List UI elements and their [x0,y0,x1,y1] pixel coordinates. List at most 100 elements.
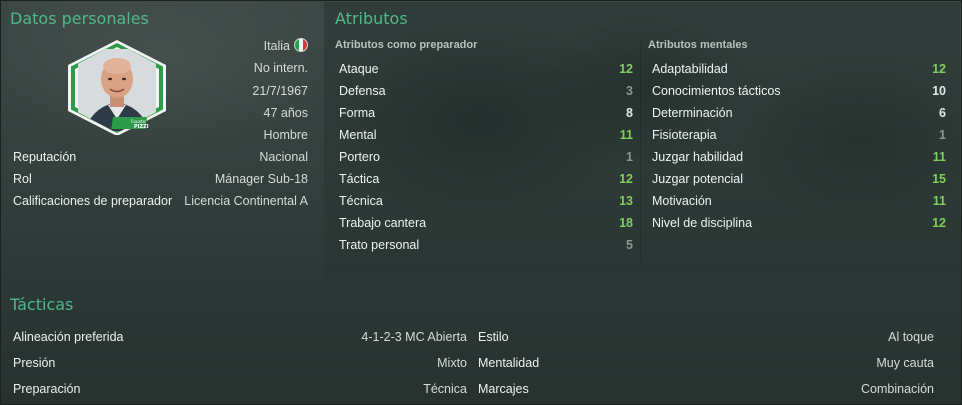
attr-row-trabajo-cantera[interactable]: Trabajo cantera 18 [335,212,637,234]
marking[interactable]: Marcajes Combinación [474,376,946,402]
training-focus[interactable]: Preparación Técnica [2,376,474,402]
tactic-value: Muy cauta [876,356,934,370]
attr-name: Motivación [652,194,712,208]
attr-value: 18 [619,216,633,230]
nationality-label: Italia [263,39,290,53]
attr-row-juzgar-potencial[interactable]: Juzgar potencial 15 [648,168,950,190]
attr-name: Táctica [339,172,380,186]
attr-value: 6 [939,106,946,120]
attributes-panel: Atributos Atributos como preparador Atri… [324,2,960,278]
mental-attributes-header: Atributos mentales [648,39,748,51]
attr-value: 1 [626,150,633,164]
tactic-value: Técnica [423,382,467,396]
reputation-label: Reputación [13,150,77,164]
personal-details-title: Datos personales [10,9,149,28]
attr-name: Fisioterapia [652,128,717,142]
attr-row-nivel-disciplina[interactable]: Nivel de disciplina 12 [648,212,950,234]
attr-name: Portero [339,150,380,164]
attr-row-tactica[interactable]: Táctica 12 [335,168,637,190]
attr-name: Trabajo cantera [339,216,427,230]
attr-row-adaptabilidad[interactable]: Adaptabilidad 12 [648,58,950,80]
attr-name: Conocimientos tácticos [652,84,781,98]
age: 47 años [263,106,308,120]
attr-row-portero[interactable]: Portero 1 [335,146,637,168]
tactics-row: Presión Mixto Mentalidad Muy cauta [2,350,958,376]
attr-value: 10 [932,84,946,98]
attr-name: Técnica [339,194,383,208]
column-divider [640,42,641,262]
attr-name: Trato personal [339,238,420,252]
coaching-attributes-list: Ataque 12 Defensa 3 Forma 8 Mental 11 Porter… [335,58,637,256]
tactic-value: Combinación [861,382,934,396]
attr-value: 13 [619,194,633,208]
attr-name: Forma [339,106,376,120]
attr-name: Juzgar habilidad [652,150,744,164]
tactic-value: 4-1-2-3 MC Abierta [361,330,467,344]
style[interactable]: Estilo Al toque [474,324,946,350]
attr-value: 3 [626,84,633,98]
attr-row-tecnica[interactable]: Técnica 13 [335,190,637,212]
tactics-row: Preparación Técnica Marcajes Combinación [2,376,958,402]
tactic-label: Estilo [478,330,509,344]
international-status: No intern. [253,61,308,75]
attr-name: Determinación [652,106,733,120]
tactic-label: Mentalidad [478,356,540,370]
coaching-qualifications-row: Calificaciones de preparador Licencia Co… [13,194,308,208]
personal-details-panel: Datos personales Fausto PIZZI Italia No … [2,2,318,282]
tactic-label: Preparación [13,382,81,396]
preferred-formation[interactable]: Alineación preferida 4-1-2-3 MC Abierta [2,324,474,350]
mental-attributes-list: Adaptabilidad 12 Conocimientos tácticos 10… [648,58,950,234]
attr-name: Ataque [339,62,379,76]
tactic-label: Presión [13,356,56,370]
italy-flag-icon [294,38,308,52]
attr-name: Adaptabilidad [652,62,728,76]
attr-value: 12 [932,62,946,76]
attr-row-juzgar-habilidad[interactable]: Juzgar habilidad 11 [648,146,950,168]
reputation-value: Nacional [259,150,308,164]
attr-value: 11 [619,128,633,142]
pressing[interactable]: Presión Mixto [2,350,474,376]
attr-value: 12 [619,172,633,186]
role-value: Mánager Sub-18 [214,172,308,186]
tactic-value: Mixto [437,356,467,370]
attr-row-forma[interactable]: Forma 8 [335,102,637,124]
attr-value: 5 [626,238,633,252]
attr-row-defensa[interactable]: Defensa 3 [335,80,637,102]
tactics-grid: Alineación preferida 4-1-2-3 MC Abierta E… [2,324,958,402]
attr-value: 8 [626,106,633,120]
tactics-title: Tácticas [10,295,74,314]
tactics-row: Alineación preferida 4-1-2-3 MC Abierta E… [2,324,958,350]
staff-photo-badge[interactable]: Fausto PIZZI [64,39,170,135]
attr-row-determinacion[interactable]: Determinación 6 [648,102,950,124]
attr-value: 1 [939,128,946,142]
attr-value: 12 [619,62,633,76]
attr-row-motivacion[interactable]: Motivación 11 [648,190,950,212]
tactic-label: Marcajes [478,382,529,396]
coaching-qualifications-label: Calificaciones de preparador [13,194,173,208]
attr-row-conocimientos-tacticos[interactable]: Conocimientos tácticos 10 [648,80,950,102]
coaching-attributes-header: Atributos como preparador [335,39,478,51]
attr-name: Juzgar potencial [652,172,744,186]
attr-row-ataque[interactable]: Ataque 12 [335,58,637,80]
attr-value: 11 [932,150,946,164]
tactic-label: Alineación preferida [13,330,124,344]
reputation-row: Reputación Nacional [13,150,308,164]
attr-row-fisioterapia[interactable]: Fisioterapia 1 [648,124,950,146]
role-label: Rol [13,172,32,186]
attr-name: Nivel de disciplina [652,216,753,230]
date-of-birth: 21/7/1967 [252,84,308,98]
coaching-qualifications-value: Licencia Continental A [184,194,308,208]
attr-value: 11 [932,194,946,208]
role-row: Rol Mánager Sub-18 [13,172,308,186]
attr-row-mental[interactable]: Mental 11 [335,124,637,146]
mentality[interactable]: Mentalidad Muy cauta [474,350,946,376]
attr-name: Mental [339,128,377,142]
attr-value: 12 [932,216,946,230]
gender: Hombre [263,128,308,142]
attr-row-trato-personal[interactable]: Trato personal 5 [335,234,637,256]
attr-value: 15 [932,172,946,186]
badge-name-last: PIZZI [134,124,149,130]
tactic-value: Al toque [888,330,934,344]
attributes-title: Atributos [335,9,408,28]
nationality[interactable]: Italia [264,38,308,53]
